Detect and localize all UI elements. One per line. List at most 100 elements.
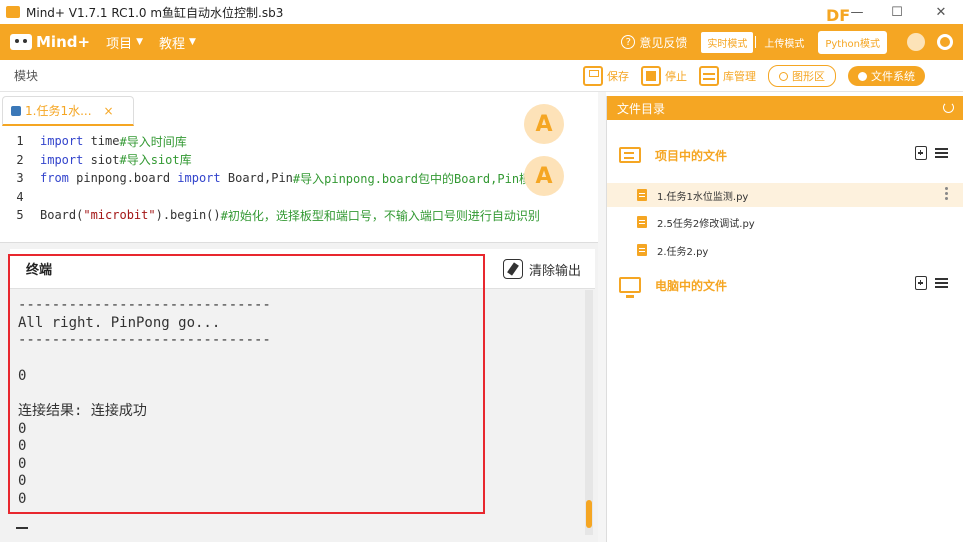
font-decrease-button[interactable]: A — [524, 156, 564, 196]
terminal-line: ------------------------------ — [18, 332, 271, 348]
stop-label: 停止 — [665, 70, 687, 83]
stop-button[interactable]: 停止 — [641, 66, 687, 86]
code-text: Board( — [40, 208, 84, 223]
save-label: 保存 — [607, 70, 629, 83]
menu-icon[interactable] — [935, 278, 948, 288]
terminal-scrollbar-thumb[interactable] — [586, 500, 592, 528]
terminal-header: 终端 清除输出 — [10, 249, 595, 289]
clear-output-button[interactable]: 清除输出 — [502, 259, 581, 279]
filesystem-label: 文件系统 — [871, 70, 915, 83]
file-tab[interactable]: 1.任务1水... × — [2, 96, 134, 126]
robot-logo-icon — [10, 34, 32, 50]
mindplus-logo[interactable]: Mind+ — [10, 33, 90, 51]
save-button[interactable]: 保存 — [583, 66, 629, 86]
blocks-tab[interactable]: 模块 — [0, 63, 52, 88]
graphic-label: 图形区 — [792, 70, 825, 83]
upload-mode-button[interactable]: 上传模式 — [758, 32, 810, 53]
graphic-radio-icon — [779, 71, 788, 81]
menu-bar: Mind+ 项目 ▼ 教程 ▼ ? 意见反馈 实时模式 上传模式 Python模… — [0, 24, 963, 60]
file-directory-panel: 文件目录 项目中的文件 1.任务1水位监测.py 2.5任务2修改调试.py 2… — [606, 96, 963, 542]
computer-files-section[interactable]: 电脑中的文件 — [607, 270, 963, 300]
tutorial-menu[interactable]: 教程 ▼ — [159, 33, 196, 52]
code-string: "microbit" — [83, 208, 156, 223]
file-icon — [637, 244, 647, 256]
file-item[interactable]: 2.5任务2修改调试.py — [607, 210, 963, 234]
project-files-actions — [915, 146, 948, 160]
code-line: 4 — [0, 188, 598, 207]
menu-icon[interactable] — [935, 148, 948, 158]
filesystem-check-icon — [858, 71, 867, 81]
project-menu-label: 项目 — [106, 36, 133, 52]
save-icon — [583, 66, 603, 86]
python-mode-button[interactable]: Python模式 — [818, 30, 887, 54]
code-text: siot — [83, 152, 120, 167]
file-name: 2.任务2.py — [657, 246, 709, 258]
window-title: Mind+ V1.7.1 RC1.0 m鱼缸自动水位控制.sb3 — [26, 5, 284, 20]
close-tab-button[interactable]: × — [104, 104, 114, 118]
settings-gear-icon[interactable] — [937, 34, 953, 50]
mode-divider — [755, 36, 757, 48]
tutorial-menu-label: 教程 — [159, 36, 186, 52]
file-tab-label: 1.任务1水... — [25, 104, 92, 118]
close-window-button[interactable]: ✕ — [921, 0, 961, 24]
terminal-line: 连接结果: 连接成功 — [18, 403, 147, 419]
caret-down-icon: ▼ — [189, 37, 196, 47]
project-menu[interactable]: 项目 ▼ — [106, 33, 143, 52]
add-file-icon[interactable] — [915, 146, 927, 160]
feedback-button[interactable]: ? 意见反馈 — [621, 34, 687, 51]
mode-switcher: 实时模式 上传模式 Python模式 — [701, 30, 887, 54]
monitor-icon — [619, 277, 641, 298]
terminal-line: All right. PinPong go... — [18, 314, 221, 331]
library-label: 库管理 — [723, 70, 756, 83]
file-icon — [637, 216, 647, 228]
panel-splitter[interactable] — [598, 92, 606, 542]
code-line: 3 from pinpong.board import Board,Pin #导… — [0, 169, 598, 188]
terminal-panel: 终端 清除输出 ------------------------------ A… — [0, 242, 598, 542]
library-button[interactable]: 库管理 — [699, 66, 756, 86]
keyword: import — [177, 171, 221, 186]
title-bar: Mind+ V1.7.1 RC1.0 m鱼缸自动水位控制.sb3 — [0, 0, 963, 24]
minimize-button[interactable]: — — [837, 0, 877, 24]
keyword: import — [40, 152, 84, 167]
file-name: 2.5任务2修改调试.py — [657, 218, 755, 230]
library-icon — [699, 66, 719, 86]
filesystem-button[interactable]: 文件系统 — [848, 66, 925, 86]
terminal-cursor — [16, 527, 28, 529]
file-item[interactable]: 1.任务1水位监测.py — [607, 183, 963, 207]
line-number: 1 — [16, 134, 24, 149]
project-files-section[interactable]: 项目中的文件 — [607, 140, 963, 170]
line-number: 5 — [16, 208, 24, 223]
maximize-button[interactable]: ☐ — [877, 0, 917, 24]
code-comment: #导入pinpong.board包中的Board,Pin模块 — [292, 171, 544, 186]
line-number: 2 — [16, 152, 24, 167]
code-lines[interactable]: 1 import time #导入时间库 2 import siot #导入si… — [0, 132, 598, 225]
graphic-area-button[interactable]: 图形区 — [768, 65, 836, 87]
question-icon: ? — [621, 35, 636, 49]
refresh-icon[interactable] — [943, 102, 954, 113]
logo-text: Mind+ — [36, 33, 91, 51]
more-options-icon[interactable] — [945, 187, 948, 201]
code-comment: #初始化，选择板型和端口号，不输入端口号则进行自动识别 — [220, 208, 540, 223]
terminal-output[interactable]: ------------------------------ All right… — [10, 289, 585, 539]
realtime-mode-button[interactable]: 实时模式 — [701, 31, 754, 53]
user-avatar[interactable] — [907, 33, 925, 51]
file-item[interactable]: 2.任务2.py — [607, 238, 963, 262]
project-files-label: 项目中的文件 — [655, 148, 728, 163]
terminal-title: 终端 — [26, 263, 53, 278]
code-text: time — [83, 134, 120, 149]
code-editor[interactable]: 1.任务1水... × 1 import time #导入时间库 2 impor… — [0, 92, 598, 242]
line-number: 3 — [16, 171, 24, 186]
file-name: 1.任务1水位监测.py — [657, 191, 749, 203]
clear-output-label: 清除输出 — [528, 263, 581, 279]
add-file-icon[interactable] — [915, 276, 927, 290]
terminal-line: 0 — [18, 438, 27, 454]
terminal-line: 0 — [18, 420, 27, 437]
file-directory-header: 文件目录 — [607, 96, 963, 120]
terminal-line: ------------------------------ — [18, 297, 271, 313]
toolbar: 模块 代码 保存 停止 库管理 图形区 文件系统 — [0, 60, 963, 125]
terminal-scrollbar[interactable] — [585, 290, 593, 535]
feedback-label: 意见反馈 — [639, 35, 688, 50]
font-increase-button[interactable]: A — [524, 104, 564, 144]
